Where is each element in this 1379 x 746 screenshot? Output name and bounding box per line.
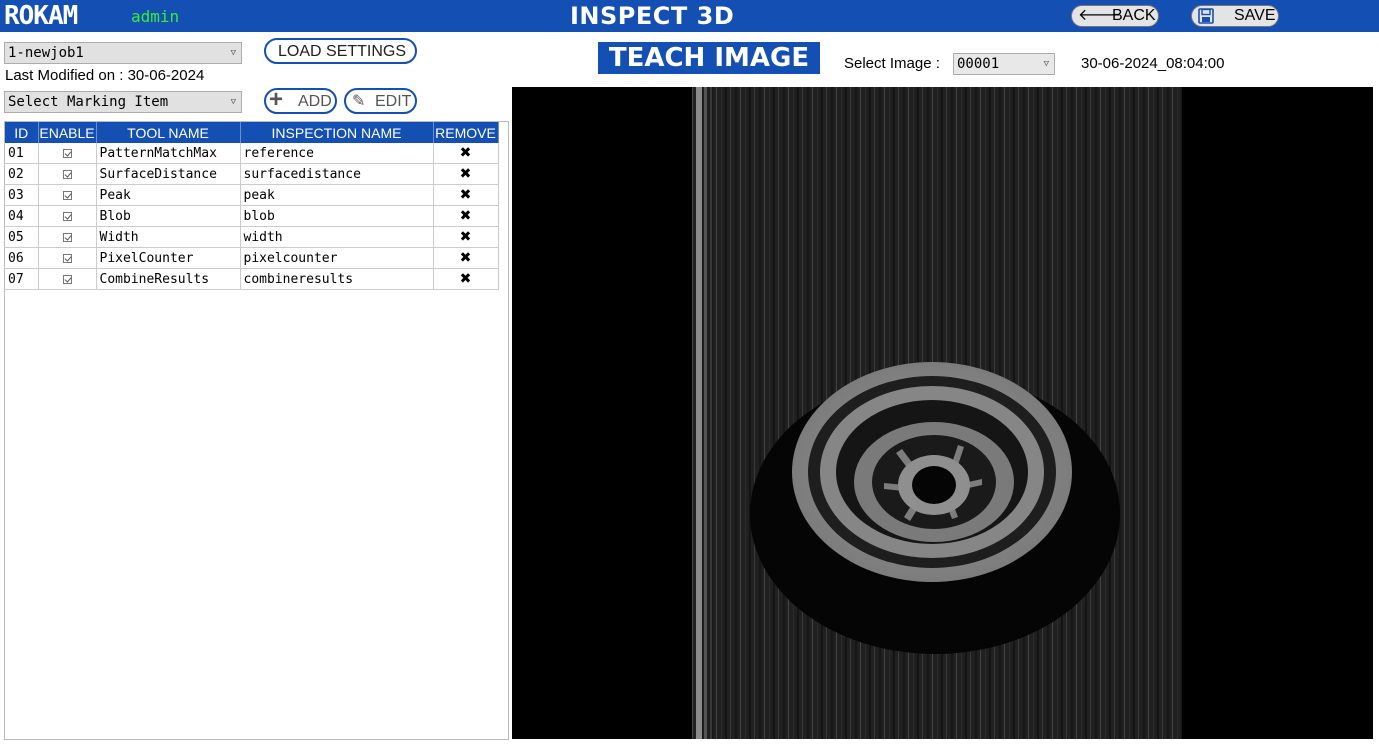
checkbox-checked-icon <box>62 169 72 179</box>
chevron-down-icon: ▽ <box>1043 59 1049 69</box>
row-tool-name: Peak <box>96 184 241 206</box>
back-button[interactable]: 🡐 BACK <box>1071 5 1159 27</box>
table-row[interactable]: 02 SurfaceDistance surfacedistance ✖ <box>5 163 499 185</box>
teach-image-viewer[interactable] <box>512 87 1373 739</box>
current-user: admin <box>131 7 180 26</box>
col-header-tool-name: TOOL NAME <box>96 122 241 143</box>
back-button-label: BACK <box>1112 7 1156 24</box>
col-header-id: ID <box>5 122 39 143</box>
enable-checkbox[interactable] <box>38 184 97 206</box>
job-select-value: 1-newjob1 <box>8 45 84 61</box>
brand-logo: ROKAM <box>4 1 78 31</box>
row-id: 05 <box>5 226 39 248</box>
row-inspection-name: pixelcounter <box>240 247 434 269</box>
remove-button[interactable]: ✖ <box>433 205 499 227</box>
table-row[interactable]: 05 Width width ✖ <box>5 226 499 248</box>
pencil-icon: ✎ <box>352 93 366 110</box>
row-id: 03 <box>5 184 39 206</box>
enable-checkbox[interactable] <box>38 268 97 290</box>
plus-icon: + <box>269 86 284 113</box>
checkbox-checked-icon <box>62 190 72 200</box>
row-inspection-name: reference <box>240 143 434 164</box>
close-x-icon: ✖ <box>459 208 472 224</box>
enable-checkbox[interactable] <box>38 247 97 269</box>
col-header-remove: REMOVE <box>433 122 499 143</box>
row-inspection-name: combineresults <box>240 268 434 290</box>
image-select-value: 00001 <box>957 56 1000 72</box>
remove-button[interactable]: ✖ <box>433 268 499 290</box>
row-tool-name: Width <box>96 226 241 248</box>
row-tool-name: PatternMatchMax <box>96 143 241 164</box>
col-header-enable: ENABLE <box>38 122 97 143</box>
load-settings-label: LOAD SETTINGS <box>278 43 407 60</box>
row-tool-name: PixelCounter <box>96 247 241 269</box>
row-inspection-name: surfacedistance <box>240 163 434 185</box>
checkbox-checked-icon <box>62 148 72 158</box>
image-timestamp: 30-06-2024_08:04:00 <box>1081 55 1225 72</box>
checkbox-checked-icon <box>62 211 72 221</box>
col-header-inspection-name: INSPECTION NAME <box>240 122 434 143</box>
remove-button[interactable]: ✖ <box>433 163 499 185</box>
edit-button-label: EDIT <box>375 93 412 110</box>
scan-image <box>512 87 1373 739</box>
table-row[interactable]: 03 Peak peak ✖ <box>5 184 499 206</box>
row-id: 06 <box>5 247 39 269</box>
row-tool-name: SurfaceDistance <box>96 163 241 185</box>
row-inspection-name: blob <box>240 205 434 227</box>
close-x-icon: ✖ <box>459 229 472 245</box>
last-modified-text: Last Modified on : 30-06-2024 <box>5 67 205 84</box>
close-x-icon: ✖ <box>459 145 472 161</box>
close-x-icon: ✖ <box>459 187 472 203</box>
close-x-icon: ✖ <box>459 166 472 182</box>
table-row[interactable]: 04 Blob blob ✖ <box>5 205 499 227</box>
add-button[interactable]: + ADD <box>264 86 337 114</box>
table-header-row: ID ENABLE TOOL NAME INSPECTION NAME REMO… <box>5 122 499 143</box>
chevron-down-icon: ▽ <box>230 97 236 107</box>
tools-panel: ID ENABLE TOOL NAME INSPECTION NAME REMO… <box>4 121 509 740</box>
checkbox-checked-icon <box>62 274 72 284</box>
job-select[interactable]: 1-newjob1 ▽ <box>4 42 242 64</box>
row-inspection-name: peak <box>240 184 434 206</box>
row-id: 01 <box>5 143 39 164</box>
marking-item-select[interactable]: Select Marking Item ▽ <box>4 91 242 113</box>
row-id: 02 <box>5 163 39 185</box>
close-x-icon: ✖ <box>459 271 472 287</box>
teach-image-title: TEACH IMAGE <box>598 42 820 74</box>
row-tool-name: Blob <box>96 205 241 227</box>
save-button[interactable]: SAVE <box>1191 5 1279 27</box>
floppy-disk-icon <box>1198 6 1214 30</box>
checkbox-checked-icon <box>62 232 72 242</box>
table-row[interactable]: 07 CombineResults combineresults ✖ <box>5 268 499 290</box>
enable-checkbox[interactable] <box>38 143 97 164</box>
remove-button[interactable]: ✖ <box>433 184 499 206</box>
enable-checkbox[interactable] <box>38 163 97 185</box>
top-bar: ROKAM admin INSPECT 3D 🡐 BACK SAVE <box>0 0 1379 32</box>
close-x-icon: ✖ <box>459 250 472 266</box>
select-image-label: Select Image : <box>844 55 940 72</box>
edit-button[interactable]: ✎ EDIT <box>344 88 417 114</box>
tools-table: ID ENABLE TOOL NAME INSPECTION NAME REMO… <box>5 122 499 290</box>
chevron-down-icon: ▽ <box>230 48 236 58</box>
remove-button[interactable]: ✖ <box>433 226 499 248</box>
enable-checkbox[interactable] <box>38 226 97 248</box>
enable-checkbox[interactable] <box>38 205 97 227</box>
image-select[interactable]: 00001 ▽ <box>953 53 1055 75</box>
marking-item-value: Select Marking Item <box>8 94 169 110</box>
remove-button[interactable]: ✖ <box>433 143 499 164</box>
app-title: INSPECT 3D <box>570 2 735 30</box>
row-inspection-name: width <box>240 226 434 248</box>
save-button-label: SAVE <box>1234 7 1276 24</box>
checkbox-checked-icon <box>62 253 72 263</box>
row-id: 04 <box>5 205 39 227</box>
table-row[interactable]: 06 PixelCounter pixelcounter ✖ <box>5 247 499 269</box>
row-tool-name: CombineResults <box>96 268 241 290</box>
table-row[interactable]: 01 PatternMatchMax reference ✖ <box>5 143 499 164</box>
add-button-label: ADD <box>298 93 332 110</box>
load-settings-button[interactable]: LOAD SETTINGS <box>264 38 417 64</box>
row-id: 07 <box>5 268 39 290</box>
remove-button[interactable]: ✖ <box>433 247 499 269</box>
